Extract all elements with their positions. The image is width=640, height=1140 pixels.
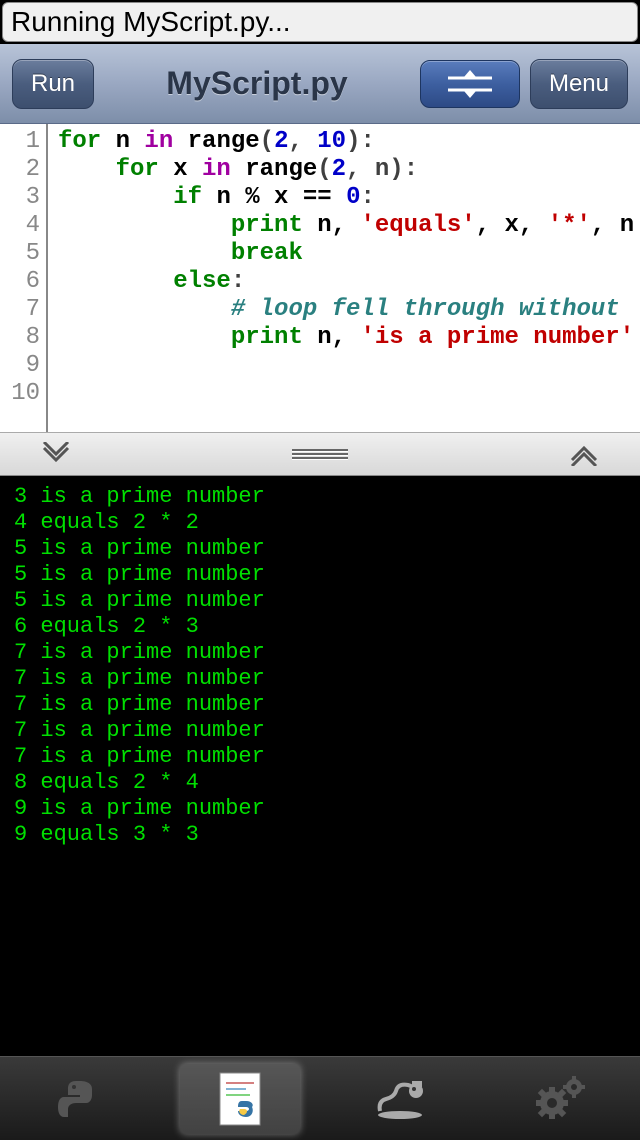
snake-icon [372,1077,428,1121]
line-number: 1 [0,128,40,156]
chevron-down-icon [40,442,72,466]
pane-divider[interactable] [0,432,640,476]
tab-bar [0,1056,640,1140]
line-number: 7 [0,296,40,324]
code-line[interactable] [58,352,640,380]
toolbar: Run MyScript.py Menu [0,44,640,124]
code-line[interactable]: break [58,240,640,268]
document-icon [216,1071,264,1127]
line-number: 4 [0,212,40,240]
line-number: 3 [0,184,40,212]
code-line[interactable]: print n, 'is a prime number' [58,324,640,352]
code-line[interactable]: if n % x == 0: [58,184,640,212]
code-line[interactable]: else: [58,268,640,296]
code-line[interactable] [58,380,640,408]
drag-handle-icon[interactable] [292,449,348,459]
line-number: 10 [0,380,40,408]
line-number: 2 [0,156,40,184]
tab-console[interactable] [340,1064,460,1134]
code-editor[interactable]: 12345678910 for n in range(2, 10): for x… [0,124,640,432]
chevron-up-icon [568,442,600,466]
status-text: Running MyScript.py... [11,6,291,38]
code-line[interactable]: print n, 'equals', x, '*', n [58,212,640,240]
line-number-gutter: 12345678910 [0,124,48,432]
tab-interpreter[interactable] [20,1064,140,1134]
menu-button[interactable]: Menu [530,59,628,109]
line-number: 5 [0,240,40,268]
split-view-button[interactable] [420,60,520,108]
tab-editor[interactable] [180,1064,300,1134]
line-number: 9 [0,352,40,380]
file-title: MyScript.py [104,65,410,102]
split-icon [444,68,496,100]
status-bar: Running MyScript.py... [2,2,638,42]
code-content[interactable]: for n in range(2, 10): for x in range(2,… [48,124,640,432]
code-line[interactable]: for n in range(2, 10): [58,128,640,156]
code-line[interactable]: # loop fell through without [58,296,640,324]
tab-settings[interactable] [500,1064,620,1134]
code-line[interactable]: for x in range(2, n): [58,156,640,184]
python-icon [56,1075,104,1123]
run-button[interactable]: Run [12,59,94,109]
output-console[interactable]: 3 is a prime number 4 equals 2 * 2 5 is … [0,476,640,1056]
line-number: 8 [0,324,40,352]
gear-icon [534,1075,586,1123]
line-number: 6 [0,268,40,296]
